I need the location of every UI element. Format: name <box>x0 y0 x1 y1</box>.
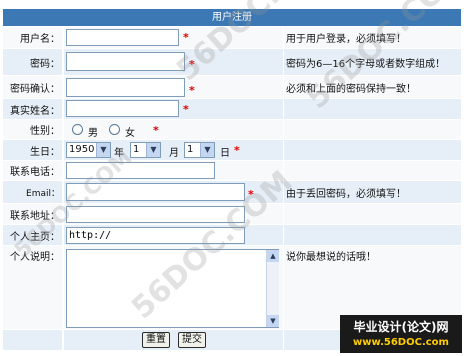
birth-day-select[interactable]: 1 ▼ <box>184 142 215 158</box>
scroll-up-icon[interactable]: ▲ <box>267 250 279 262</box>
row-email: Email： * 由于丢回密码，必须填写！ <box>3 181 461 203</box>
row-birthday: 生日： 1950 ▼ 年 1 ▼ 月 1 ▼ 日 * <box>3 140 461 160</box>
row-gender: 性别： 男 女 * <box>3 120 461 139</box>
required-marker: * <box>189 84 195 97</box>
birth-year-select[interactable]: 1950 ▼ <box>66 142 111 158</box>
confirm-password-input[interactable] <box>66 78 185 97</box>
row-homepage: 个人主页： <box>3 225 461 245</box>
confirm-password-label: 密码确认： <box>3 76 62 98</box>
chevron-down-icon: ▼ <box>96 143 110 157</box>
required-marker: * <box>248 188 254 201</box>
username-note: 用于用户登录，必须填写！ <box>284 27 461 48</box>
registration-form: 用户注册 用户名： * 用于用户登录，必须填写！ 密码： * 密码为6—16个字… <box>0 0 464 356</box>
chevron-down-icon: ▼ <box>200 143 214 157</box>
logo-title: 毕业设计(论文)网 <box>353 320 449 334</box>
required-marker: * <box>183 31 189 44</box>
day-unit: 日 <box>220 148 230 159</box>
reset-button[interactable]: 重置 <box>142 332 170 348</box>
row-address: 联系地址： <box>3 204 461 224</box>
email-input[interactable] <box>66 183 245 201</box>
site-logo: 毕业设计(论文)网 www.56DOC.com <box>340 315 462 353</box>
row-password: 密码： * 密码为6—16个字母或者数字组成！ <box>3 49 461 75</box>
username-input[interactable] <box>66 29 179 46</box>
homepage-input[interactable] <box>66 227 245 244</box>
row-confirm-password: 密码确认： * 必须和上面的密码保持一致！ <box>3 76 461 98</box>
address-input[interactable] <box>66 206 245 223</box>
bio-textarea[interactable] <box>66 249 279 328</box>
password-label: 密码： <box>3 49 62 75</box>
gender-female-label: 女 <box>125 128 135 139</box>
month-unit: 月 <box>169 148 179 159</box>
submit-button[interactable]: 提交 <box>178 332 206 348</box>
required-marker: * <box>189 58 195 71</box>
real-name-input[interactable] <box>66 100 179 117</box>
birthday-label: 生日： <box>3 140 62 160</box>
gender-male-label: 男 <box>88 128 98 139</box>
row-username: 用户名： * 用于用户登录，必须填写！ <box>3 27 461 48</box>
real-name-label: 真实姓名： <box>3 99 62 119</box>
email-note: 由于丢回密码，必须填写！ <box>284 181 461 203</box>
row-phone: 联系电话： <box>3 161 461 180</box>
birth-month-select[interactable]: 1 ▼ <box>130 142 161 158</box>
required-marker: * <box>234 144 240 157</box>
email-label: Email： <box>3 181 62 203</box>
gender-female-radio[interactable] <box>109 124 120 135</box>
required-marker: * <box>183 103 189 116</box>
required-marker: * <box>153 124 159 137</box>
password-input[interactable] <box>66 52 185 71</box>
logo-url: www.56DOC.com <box>353 337 449 348</box>
homepage-label: 个人主页： <box>3 225 62 245</box>
address-label: 联系地址： <box>3 204 62 224</box>
chevron-down-icon: ▼ <box>146 143 160 157</box>
bio-scrollbar[interactable]: ▲ ▼ <box>266 250 279 327</box>
gender-label: 性别： <box>3 120 62 139</box>
confirm-password-note: 必须和上面的密码保持一致！ <box>284 76 461 98</box>
password-note: 密码为6—16个字母或者数字组成！ <box>284 49 461 75</box>
phone-input[interactable] <box>66 162 215 179</box>
form-title: 用户注册 <box>3 9 461 26</box>
year-unit: 年 <box>114 148 124 159</box>
scroll-down-icon[interactable]: ▼ <box>267 315 279 327</box>
row-real-name: 真实姓名： * <box>3 99 461 119</box>
gender-male-radio[interactable] <box>72 124 83 135</box>
phone-label: 联系电话： <box>3 161 62 180</box>
bio-label: 个人说明： <box>3 246 62 329</box>
username-label: 用户名： <box>3 27 62 48</box>
